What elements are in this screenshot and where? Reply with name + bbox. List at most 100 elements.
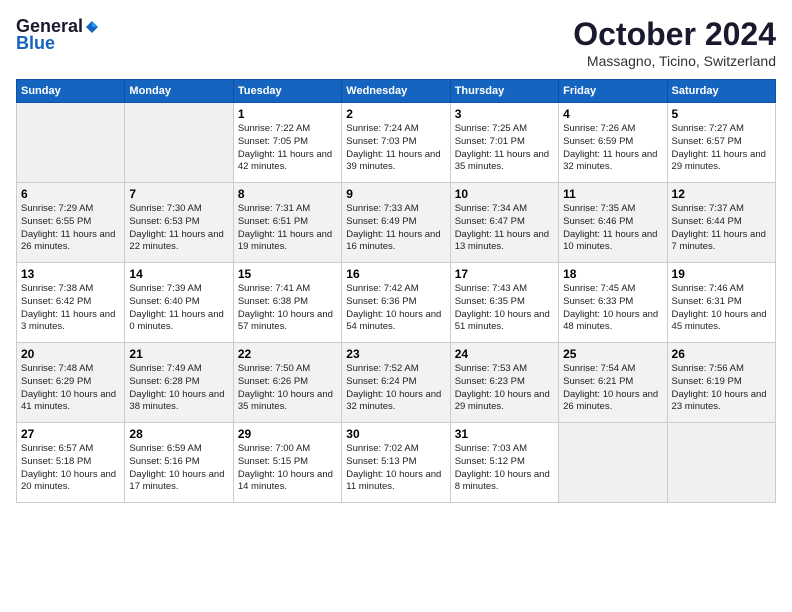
calendar-cell: 31Sunrise: 7:03 AM Sunset: 5:12 PM Dayli…	[450, 423, 558, 503]
day-number: 16	[346, 267, 445, 281]
cell-sun-info: Sunrise: 7:42 AM Sunset: 6:36 PM Dayligh…	[346, 283, 445, 334]
calendar-cell: 27 Sunrise: 6:57 AM Sunset: 5:18 PM Dayli…	[17, 423, 125, 503]
calendar-cell: 15Sunrise: 7:41 AM Sunset: 6:38 PM Dayli…	[233, 263, 341, 343]
day-number: 12	[672, 187, 771, 201]
cell-sun-info: Sunrise: 7:26 AM Sunset: 6:59 PM Dayligh…	[563, 123, 662, 174]
calendar-cell: 13Sunrise: 7:38 AM Sunset: 6:42 PM Dayli…	[17, 263, 125, 343]
day-number: 18	[563, 267, 662, 281]
cell-sun-info: Sunrise: 7:02 AM Sunset: 5:13 PM Dayligh…	[346, 443, 445, 494]
cell-sun-info: Sunrise: 7:50 AM Sunset: 6:26 PM Dayligh…	[238, 363, 337, 414]
calendar-header-row: SundayMondayTuesdayWednesdayThursdayFrid…	[17, 80, 776, 103]
day-number: 11	[563, 187, 662, 201]
day-number: 14	[129, 267, 228, 281]
day-number: 1	[238, 107, 337, 121]
cell-sun-info: Sunrise: 7:41 AM Sunset: 6:38 PM Dayligh…	[238, 283, 337, 334]
calendar-cell: 6Sunrise: 7:29 AM Sunset: 6:55 PM Daylig…	[17, 183, 125, 263]
calendar-cell: 26 Sunrise: 7:56 AM Sunset: 6:19 PM Dayli…	[667, 343, 775, 423]
cell-sun-info: Sunrise: 7:37 AM Sunset: 6:44 PM Dayligh…	[672, 203, 771, 254]
day-header-tuesday: Tuesday	[233, 80, 341, 103]
day-number: 20	[21, 347, 120, 361]
calendar-cell: 22 Sunrise: 7:50 AM Sunset: 6:26 PM Dayli…	[233, 343, 341, 423]
location-subtitle: Massagno, Ticino, Switzerland	[573, 53, 776, 69]
day-number: 6	[21, 187, 120, 201]
calendar-cell: 10 Sunrise: 7:34 AM Sunset: 6:47 PM Dayli…	[450, 183, 558, 263]
calendar-cell: 9 Sunrise: 7:33 AM Sunset: 6:49 PM Daylig…	[342, 183, 450, 263]
cell-sun-info: Sunrise: 7:46 AM Sunset: 6:31 PM Dayligh…	[672, 283, 771, 334]
day-number: 25	[563, 347, 662, 361]
cell-sun-info: Sunrise: 7:39 AM Sunset: 6:40 PM Dayligh…	[129, 283, 228, 334]
day-number: 30	[346, 427, 445, 441]
calendar-cell: 25 Sunrise: 7:54 AM Sunset: 6:21 PM Dayli…	[559, 343, 667, 423]
logo-blue: Blue	[16, 33, 55, 54]
day-number: 19	[672, 267, 771, 281]
cell-sun-info: Sunrise: 7:53 AM Sunset: 6:23 PM Dayligh…	[455, 363, 554, 414]
calendar-cell	[667, 423, 775, 503]
day-number: 7	[129, 187, 228, 201]
day-header-monday: Monday	[125, 80, 233, 103]
cell-sun-info: Sunrise: 7:22 AM Sunset: 7:05 PM Dayligh…	[238, 123, 337, 174]
page-header: General Blue October 2024 Massagno, Tici…	[16, 16, 776, 69]
day-number: 9	[346, 187, 445, 201]
calendar-cell: 4 Sunrise: 7:26 AM Sunset: 6:59 PM Daylig…	[559, 103, 667, 183]
day-number: 22	[238, 347, 337, 361]
cell-sun-info: Sunrise: 6:57 AM Sunset: 5:18 PM Dayligh…	[21, 443, 120, 494]
calendar-cell: 12 Sunrise: 7:37 AM Sunset: 6:44 PM Dayli…	[667, 183, 775, 263]
day-number: 26	[672, 347, 771, 361]
cell-sun-info: Sunrise: 7:54 AM Sunset: 6:21 PM Dayligh…	[563, 363, 662, 414]
calendar-cell: 3 Sunrise: 7:25 AM Sunset: 7:01 PM Daylig…	[450, 103, 558, 183]
cell-sun-info: Sunrise: 7:30 AM Sunset: 6:53 PM Dayligh…	[129, 203, 228, 254]
day-number: 29	[238, 427, 337, 441]
calendar-cell: 11Sunrise: 7:35 AM Sunset: 6:46 PM Dayli…	[559, 183, 667, 263]
day-header-friday: Friday	[559, 80, 667, 103]
day-number: 27	[21, 427, 120, 441]
calendar-cell: 21Sunrise: 7:49 AM Sunset: 6:28 PM Dayli…	[125, 343, 233, 423]
calendar-week-row: 27 Sunrise: 6:57 AM Sunset: 5:18 PM Dayli…	[17, 423, 776, 503]
calendar-week-row: 13Sunrise: 7:38 AM Sunset: 6:42 PM Dayli…	[17, 263, 776, 343]
day-number: 17	[455, 267, 554, 281]
calendar-cell: 28Sunrise: 6:59 AM Sunset: 5:16 PM Dayli…	[125, 423, 233, 503]
cell-sun-info: Sunrise: 7:33 AM Sunset: 6:49 PM Dayligh…	[346, 203, 445, 254]
calendar-cell: 17 Sunrise: 7:43 AM Sunset: 6:35 PM Dayli…	[450, 263, 558, 343]
day-number: 24	[455, 347, 554, 361]
calendar-cell: 18 Sunrise: 7:45 AM Sunset: 6:33 PM Dayli…	[559, 263, 667, 343]
calendar-cell	[125, 103, 233, 183]
title-block: October 2024 Massagno, Ticino, Switzerla…	[573, 16, 776, 69]
cell-sun-info: Sunrise: 7:43 AM Sunset: 6:35 PM Dayligh…	[455, 283, 554, 334]
cell-sun-info: Sunrise: 7:56 AM Sunset: 6:19 PM Dayligh…	[672, 363, 771, 414]
day-header-saturday: Saturday	[667, 80, 775, 103]
logo: General Blue	[16, 16, 101, 54]
calendar-cell	[17, 103, 125, 183]
calendar-cell: 14 Sunrise: 7:39 AM Sunset: 6:40 PM Dayli…	[125, 263, 233, 343]
calendar-week-row: 1 Sunrise: 7:22 AM Sunset: 7:05 PM Daylig…	[17, 103, 776, 183]
calendar-cell: 24 Sunrise: 7:53 AM Sunset: 6:23 PM Dayli…	[450, 343, 558, 423]
calendar-cell: 19 Sunrise: 7:46 AM Sunset: 6:31 PM Dayli…	[667, 263, 775, 343]
day-header-wednesday: Wednesday	[342, 80, 450, 103]
cell-sun-info: Sunrise: 7:48 AM Sunset: 6:29 PM Dayligh…	[21, 363, 120, 414]
cell-sun-info: Sunrise: 7:27 AM Sunset: 6:57 PM Dayligh…	[672, 123, 771, 174]
day-number: 10	[455, 187, 554, 201]
calendar-cell: 8Sunrise: 7:31 AM Sunset: 6:51 PM Daylig…	[233, 183, 341, 263]
calendar-cell: 1 Sunrise: 7:22 AM Sunset: 7:05 PM Daylig…	[233, 103, 341, 183]
day-number: 8	[238, 187, 337, 201]
day-number: 23	[346, 347, 445, 361]
calendar-cell: 16 Sunrise: 7:42 AM Sunset: 6:36 PM Dayli…	[342, 263, 450, 343]
calendar-cell: 7 Sunrise: 7:30 AM Sunset: 6:53 PM Daylig…	[125, 183, 233, 263]
calendar-cell: 5Sunrise: 7:27 AM Sunset: 6:57 PM Daylig…	[667, 103, 775, 183]
logo-icon	[84, 19, 100, 35]
day-header-thursday: Thursday	[450, 80, 558, 103]
cell-sun-info: Sunrise: 7:34 AM Sunset: 6:47 PM Dayligh…	[455, 203, 554, 254]
cell-sun-info: Sunrise: 7:00 AM Sunset: 5:15 PM Dayligh…	[238, 443, 337, 494]
calendar-table: SundayMondayTuesdayWednesdayThursdayFrid…	[16, 79, 776, 503]
cell-sun-info: Sunrise: 7:45 AM Sunset: 6:33 PM Dayligh…	[563, 283, 662, 334]
cell-sun-info: Sunrise: 7:49 AM Sunset: 6:28 PM Dayligh…	[129, 363, 228, 414]
cell-sun-info: Sunrise: 7:25 AM Sunset: 7:01 PM Dayligh…	[455, 123, 554, 174]
calendar-cell: 30 Sunrise: 7:02 AM Sunset: 5:13 PM Dayli…	[342, 423, 450, 503]
cell-sun-info: Sunrise: 6:59 AM Sunset: 5:16 PM Dayligh…	[129, 443, 228, 494]
day-header-sunday: Sunday	[17, 80, 125, 103]
day-number: 3	[455, 107, 554, 121]
month-title: October 2024	[573, 16, 776, 53]
cell-sun-info: Sunrise: 7:24 AM Sunset: 7:03 PM Dayligh…	[346, 123, 445, 174]
calendar-cell: 2Sunrise: 7:24 AM Sunset: 7:03 PM Daylig…	[342, 103, 450, 183]
cell-sun-info: Sunrise: 7:38 AM Sunset: 6:42 PM Dayligh…	[21, 283, 120, 334]
day-number: 4	[563, 107, 662, 121]
